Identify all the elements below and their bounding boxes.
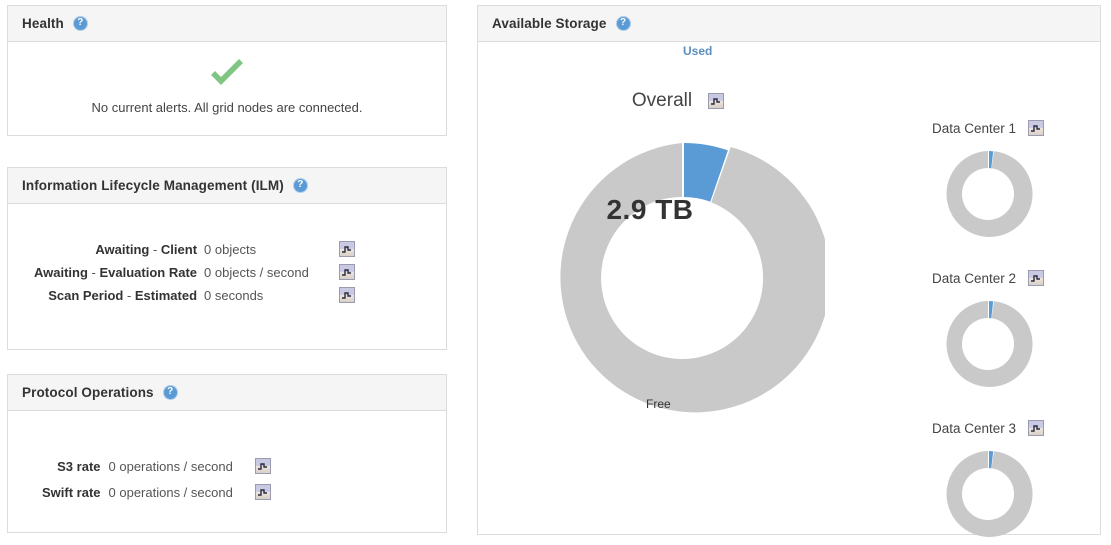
chart-icon[interactable] xyxy=(1028,120,1044,136)
metric-label-sub: Estimated xyxy=(135,288,197,303)
storage-panel-body: Overall Used Free 2.9 TB Data Center 1 xyxy=(478,42,1100,534)
storage-panel-header: Available Storage ? xyxy=(478,6,1100,42)
help-icon[interactable]: ? xyxy=(163,385,178,400)
chart-icon[interactable] xyxy=(255,458,271,474)
chart-icon[interactable] xyxy=(255,484,271,500)
dc3-donut-svg xyxy=(942,448,1034,540)
ilm-panel-header: Information Lifecycle Management (ILM) ? xyxy=(8,168,446,204)
data-center-2-header: Data Center 2 xyxy=(893,268,1083,288)
health-status-message: No current alerts. All grid nodes are co… xyxy=(92,100,363,115)
chart-icon[interactable] xyxy=(339,264,355,280)
help-icon[interactable]: ? xyxy=(293,178,308,193)
ilm-metric-table: Awaiting - Client 0 objects Awaiting - E… xyxy=(34,238,357,307)
metric-label-main: Awaiting xyxy=(34,265,88,280)
metric-value: 0 operations / second xyxy=(109,479,255,505)
health-panel-title: Health xyxy=(22,16,64,31)
data-center-3-title: Data Center 3 xyxy=(932,421,1016,436)
data-center-1-header: Data Center 1 xyxy=(893,118,1083,138)
protocol-panel-header: Protocol Operations ? xyxy=(8,375,446,411)
used-slice-label: Used xyxy=(683,44,712,58)
table-row: Scan Period - Estimated 0 seconds xyxy=(34,284,357,307)
metric-label: Awaiting - Client xyxy=(34,238,204,261)
health-panel-body: No current alerts. All grid nodes are co… xyxy=(8,42,446,136)
ilm-panel-body: Awaiting - Client 0 objects Awaiting - E… xyxy=(8,204,446,350)
metric-label: Awaiting - Evaluation Rate xyxy=(34,261,204,284)
metric-value: 0 objects / second xyxy=(204,261,339,284)
available-storage-panel: Available Storage ? Overall Used Free 2.… xyxy=(477,5,1101,535)
metric-label: Swift rate xyxy=(42,479,109,505)
green-check-icon xyxy=(208,59,246,89)
overall-chart-header: Overall xyxy=(478,90,878,112)
data-center-3-header: Data Center 3 xyxy=(893,418,1083,438)
protocol-panel-title: Protocol Operations xyxy=(22,385,154,400)
overall-storage-total: 2.9 TB xyxy=(478,194,822,226)
data-center-3-block: Data Center 3 xyxy=(893,418,1083,545)
chart-icon[interactable] xyxy=(339,241,355,257)
help-icon[interactable]: ? xyxy=(616,16,631,31)
overall-chart-title: Overall xyxy=(632,90,692,112)
help-icon-glyph: ? xyxy=(77,18,83,28)
metric-label-sub: Client xyxy=(161,242,197,257)
metric-value: 0 seconds xyxy=(204,284,339,307)
health-panel: Health ? No current alerts. All grid nod… xyxy=(7,5,447,136)
help-icon-glyph: ? xyxy=(167,387,173,397)
data-center-1-block: Data Center 1 xyxy=(893,118,1083,245)
metric-label-main: Scan Period xyxy=(48,288,123,303)
table-row: Swift rate 0 operations / second xyxy=(42,479,273,505)
help-icon[interactable]: ? xyxy=(73,16,88,31)
metric-value: 0 objects xyxy=(204,238,339,261)
dc2-donut-svg xyxy=(942,298,1034,390)
protocol-metric-table: S3 rate 0 operations / second Swift rate… xyxy=(42,453,273,505)
chart-icon[interactable] xyxy=(339,287,355,303)
metric-label-main: Awaiting xyxy=(95,242,149,257)
storage-panel-title: Available Storage xyxy=(492,16,607,31)
data-center-2-block: Data Center 2 xyxy=(893,268,1083,395)
help-icon-glyph: ? xyxy=(620,18,626,28)
metric-label-separator: - xyxy=(123,288,135,303)
health-panel-header: Health ? xyxy=(8,6,446,42)
metric-label: S3 rate xyxy=(42,453,109,479)
table-row: S3 rate 0 operations / second xyxy=(42,453,273,479)
free-slice-label: Free xyxy=(646,397,671,411)
ilm-panel-title: Information Lifecycle Management (ILM) xyxy=(22,178,284,193)
metric-label-separator: - xyxy=(88,265,100,280)
data-center-1-title: Data Center 1 xyxy=(932,121,1016,136)
data-center-1-donut-chart xyxy=(942,148,1034,245)
data-center-2-donut-chart xyxy=(942,298,1034,395)
chart-icon[interactable] xyxy=(708,93,724,109)
help-icon-glyph: ? xyxy=(297,180,303,190)
table-row: Awaiting - Evaluation Rate 0 objects / s… xyxy=(34,261,357,284)
protocol-panel-body: S3 rate 0 operations / second Swift rate… xyxy=(8,411,446,533)
metric-label-main: S3 rate xyxy=(57,459,100,474)
chart-icon[interactable] xyxy=(1028,420,1044,436)
protocol-operations-panel: Protocol Operations ? S3 rate 0 operatio… xyxy=(7,374,447,533)
metric-label-sub: Evaluation Rate xyxy=(100,265,198,280)
overall-donut-svg xyxy=(539,135,825,421)
metric-value: 0 operations / second xyxy=(109,453,255,479)
metric-label-separator: - xyxy=(149,242,161,257)
metric-label: Scan Period - Estimated xyxy=(34,284,204,307)
dc1-donut-svg xyxy=(942,148,1034,240)
metric-label-main: Swift rate xyxy=(42,485,101,500)
table-row: Awaiting - Client 0 objects xyxy=(34,238,357,261)
chart-icon[interactable] xyxy=(1028,270,1044,286)
ilm-panel: Information Lifecycle Management (ILM) ?… xyxy=(7,167,447,350)
overall-storage-donut-chart xyxy=(539,135,825,421)
data-center-2-title: Data Center 2 xyxy=(932,271,1016,286)
data-center-3-donut-chart xyxy=(942,448,1034,545)
